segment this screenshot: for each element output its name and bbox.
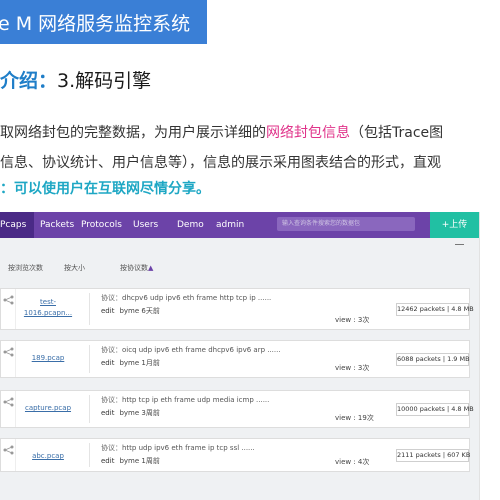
packet-stats-badge: 12462 packets | 4.8 MB — [396, 303, 474, 316]
share-icon[interactable] — [3, 295, 14, 305]
protocol-values: http tcp ip eth frame udp media icmp ...… — [122, 396, 270, 404]
upload-time: 1周前 — [141, 457, 160, 465]
search-input[interactable]: 输入查询条件搜索您的数据包 — [277, 217, 415, 231]
card-side — [1, 391, 16, 427]
pcap-app-screenshot: Pcaps Packets Protocols Users Demo admin… — [0, 212, 480, 500]
divider — [89, 395, 90, 423]
sort-bar: 按浏览次数 按大小 按协议数▲ — [0, 250, 479, 280]
protocol-list: 协议：http udp ipv6 eth frame ip tcp ssl ..… — [101, 443, 255, 453]
nav-tab-packets[interactable]: Packets — [40, 212, 74, 238]
protocol-list: 协议：http tcp ip eth frame udp media icmp … — [101, 395, 269, 405]
file-name-line: abc.pcap — [32, 452, 64, 460]
protocol-list: 协议：oicq udp ipv6 eth frame dhcpv6 ipv6 a… — [101, 345, 281, 355]
protocol-values: oicq udp ipv6 eth frame dhcpv6 ipv6 arp … — [122, 346, 281, 354]
pcap-file-card: 189.pcap 协议：oicq udp ipv6 eth frame dhcpv… — [0, 340, 470, 378]
file-meta: edit byme 3周前 — [101, 408, 160, 418]
packet-stats-badge: 10000 packets | 4.8 MB — [396, 403, 474, 416]
intro-line-1: 取网络封包的完整数据，为用户展示详细的网络封包信息（包括Trace图 — [0, 122, 443, 142]
protocol-label: 协议： — [101, 396, 122, 404]
packet-stats-badge: 2111 packets | 607 KB — [396, 449, 470, 462]
system-title: e M 网络服务监控系统 — [0, 13, 191, 35]
upload-time: 1月前 — [141, 359, 160, 367]
protocol-list: 协议：dhcpv6 udp ipv6 eth frame http tcp ip… — [101, 293, 271, 303]
divider — [89, 443, 90, 467]
pcap-file-card: capture.pcap 协议：http tcp ip eth frame udp… — [0, 390, 474, 428]
view-count: view : 3次 — [335, 316, 370, 324]
upload-time: 3周前 — [141, 409, 160, 417]
view-count: view : 3次 — [335, 364, 370, 372]
intro-line-2: 信息、协议统计、用户信息等），信息的展示采用图表结合的形式，直观 — [0, 155, 441, 171]
view-count: view : 4次 — [335, 458, 370, 466]
card-side — [1, 439, 16, 471]
edit-link[interactable]: edit — [101, 307, 114, 315]
nav-tab-protocols[interactable]: Protocols — [81, 212, 122, 238]
intro-text: （包括Trace图 — [350, 125, 444, 141]
intro-highlight: 网络封包信息 — [266, 125, 350, 141]
pcap-file-card: abc.pcap 协议：http udp ipv6 eth frame ip tc… — [0, 438, 470, 472]
sort-by-views[interactable]: 按浏览次数 — [8, 263, 43, 273]
file-name-line: capture.pcap — [24, 404, 72, 412]
packet-stats-badge: 6088 packets | 1.9 MB — [396, 353, 470, 366]
file-name-line: test- — [40, 298, 56, 306]
sort-by-protocol[interactable]: 按协议数▲ — [120, 263, 153, 273]
edit-link[interactable]: edit — [101, 359, 114, 367]
upload-button[interactable]: +上传 — [430, 212, 479, 238]
nav-tab-demo[interactable]: Demo — [177, 212, 204, 238]
owner: byme — [119, 307, 140, 315]
nav-tab-pcaps[interactable]: Pcaps — [0, 212, 34, 238]
share-icon[interactable] — [3, 347, 14, 357]
file-name-line: 189.pcap — [31, 354, 65, 362]
nav-user-admin[interactable]: admin — [216, 212, 244, 238]
protocol-label: 协议： — [101, 294, 122, 302]
owner: byme — [119, 409, 140, 417]
file-meta: edit byme 1周前 — [101, 456, 160, 466]
intro-line-3: ：可以使用户在互联网尽情分享。 — [0, 181, 210, 197]
pcap-file-link[interactable]: abc.pcap — [23, 451, 73, 462]
protocol-values: http udp ipv6 eth frame ip tcp ssl .....… — [122, 444, 255, 452]
nav-tab-users[interactable]: Users — [133, 212, 158, 238]
card-side — [1, 341, 16, 377]
sort-by-size[interactable]: 按大小 — [64, 263, 85, 273]
heading-text: 3.解码引擎 — [57, 70, 152, 92]
protocol-values: dhcpv6 udp ipv6 eth frame http tcp ip ..… — [122, 294, 272, 302]
file-meta: edit byme 1月前 — [101, 358, 160, 368]
collapse-dash-icon[interactable] — [455, 244, 464, 245]
file-meta: edit byme 6天前 — [101, 306, 160, 316]
edit-link[interactable]: edit — [101, 457, 114, 465]
section-heading: 介绍：3.解码引擎 — [0, 66, 151, 93]
share-icon[interactable] — [3, 397, 14, 407]
sort-by-protocol-label: 按协议数 — [120, 264, 148, 272]
upload-time: 6天前 — [141, 307, 160, 315]
protocol-label: 协议： — [101, 346, 122, 354]
title-banner: e M 网络服务监控系统 — [0, 0, 207, 44]
protocol-label: 协议： — [101, 444, 122, 452]
pcap-file-link[interactable]: test- 1016.pcapn... — [23, 297, 73, 319]
share-icon[interactable] — [3, 445, 14, 455]
edit-link[interactable]: edit — [101, 409, 114, 417]
sort-arrow-icon: ▲ — [148, 264, 154, 272]
card-side — [1, 289, 16, 329]
top-navbar: Pcaps Packets Protocols Users Demo admin… — [0, 212, 479, 238]
pcap-file-link[interactable]: 189.pcap — [23, 353, 73, 364]
pcap-file-link[interactable]: capture.pcap — [23, 403, 73, 414]
divider — [89, 293, 90, 325]
pcap-file-card: test- 1016.pcapn... 协议：dhcpv6 udp ipv6 eth… — [0, 288, 474, 330]
owner: byme — [119, 359, 140, 367]
owner: byme — [119, 457, 140, 465]
divider — [89, 345, 90, 373]
view-count: view : 19次 — [335, 414, 374, 422]
heading-prefix: 介绍： — [0, 70, 58, 92]
intro-text: 取网络封包的完整数据，为用户展示详细的 — [0, 125, 266, 141]
file-name-line: 1016.pcapn... — [23, 309, 73, 317]
